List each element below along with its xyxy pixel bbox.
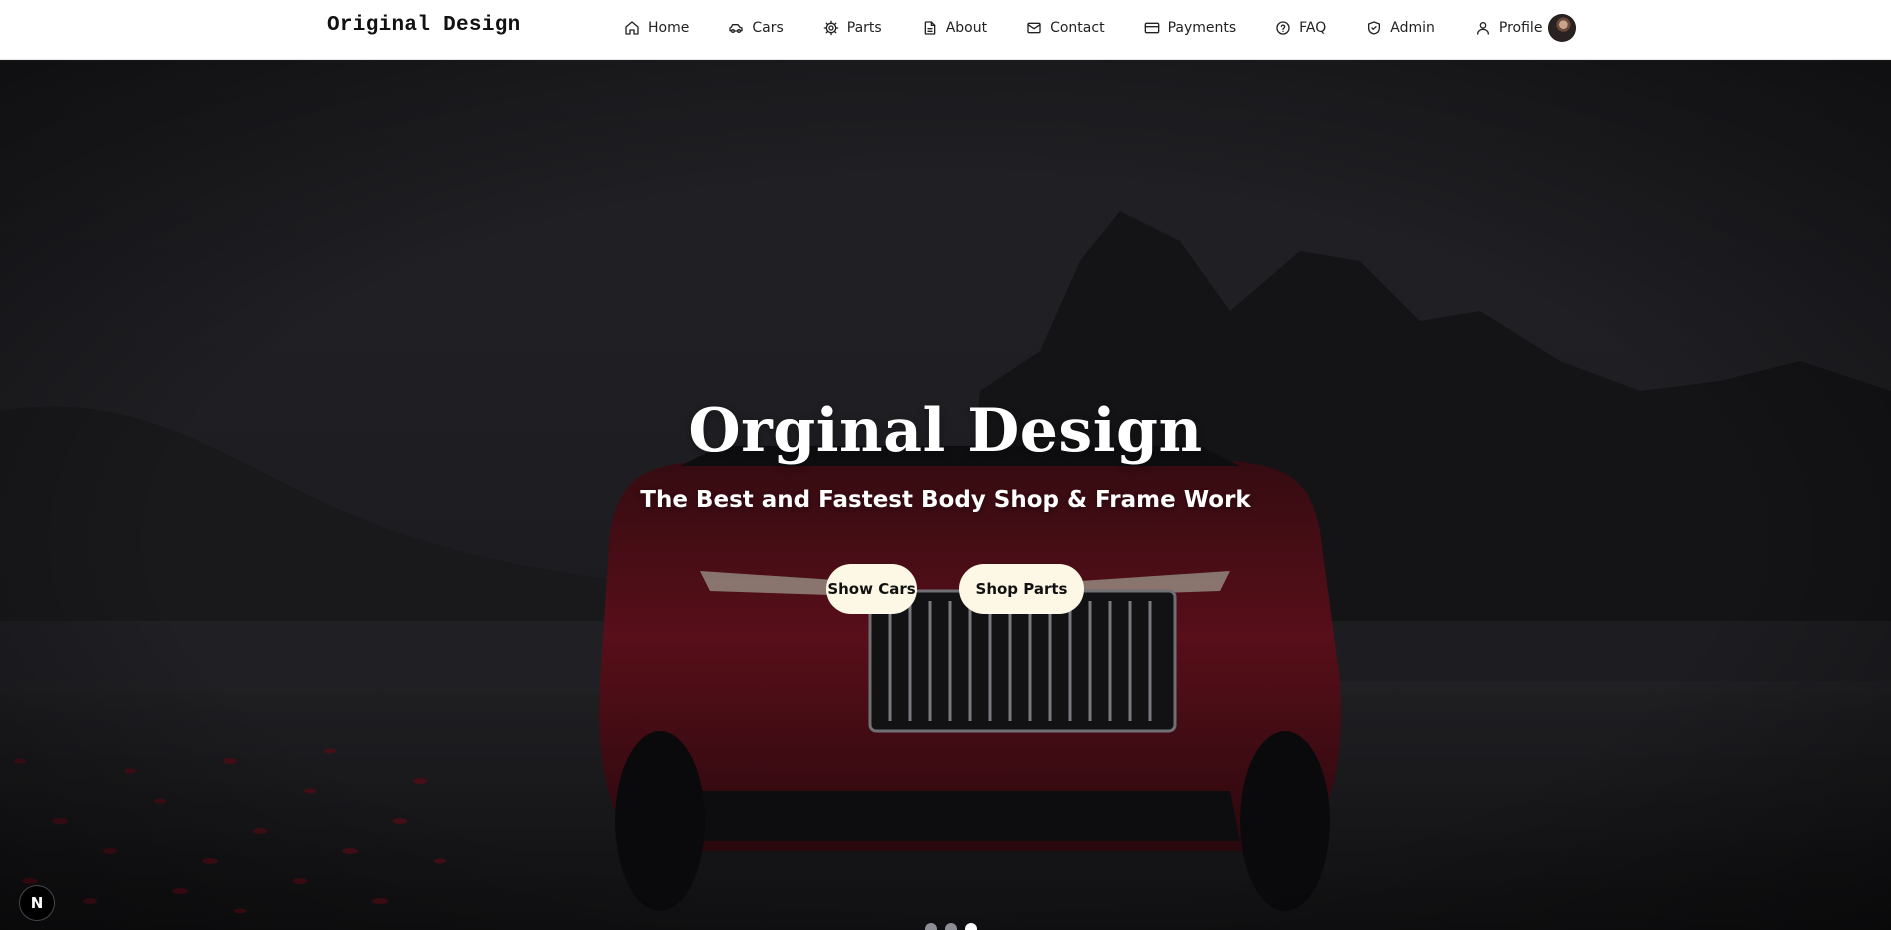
user-icon bbox=[1476, 22, 1489, 35]
home-icon bbox=[625, 21, 639, 35]
nav-admin[interactable]: Admin bbox=[1366, 20, 1435, 36]
show-cars-button[interactable]: Show Cars bbox=[826, 564, 917, 614]
carousel-dot-2[interactable] bbox=[945, 923, 957, 930]
carousel-dot-3[interactable] bbox=[965, 923, 977, 930]
nav-cars[interactable]: Cars bbox=[728, 20, 784, 36]
brand-logo[interactable]: Original Design bbox=[327, 14, 521, 37]
nav-cars-label: Cars bbox=[752, 20, 784, 36]
mail-icon bbox=[1027, 22, 1041, 34]
nav-about[interactable]: About bbox=[922, 20, 987, 36]
nav-parts[interactable]: Parts bbox=[823, 20, 882, 36]
nav-faq-label: FAQ bbox=[1299, 20, 1327, 36]
nav-contact-label: Contact bbox=[1050, 20, 1105, 36]
nav-admin-label: Admin bbox=[1390, 20, 1435, 36]
nav-home[interactable]: Home bbox=[624, 20, 689, 36]
carousel-indicators bbox=[925, 923, 977, 930]
dev-tools-badge[interactable]: N bbox=[20, 886, 54, 920]
document-icon bbox=[924, 21, 936, 35]
gear-icon bbox=[823, 20, 839, 36]
nav-profile-label: Profile bbox=[1498, 20, 1543, 36]
top-navbar: Original Design Home Cars Parts About Co… bbox=[0, 0, 1891, 60]
nav-payments[interactable]: Payments bbox=[1144, 20, 1237, 36]
hero-title: Orginal Design bbox=[688, 396, 1203, 466]
main-nav: Home Cars Parts About Contact Payments F… bbox=[624, 0, 1542, 56]
nav-contact[interactable]: Contact bbox=[1026, 20, 1105, 36]
car-icon bbox=[729, 23, 744, 33]
hero-section: Orginal Design The Best and Fastest Body… bbox=[0, 61, 1891, 930]
user-avatar[interactable] bbox=[1548, 14, 1576, 42]
hero-content: Orginal Design The Best and Fastest Body… bbox=[0, 61, 1891, 930]
shield-icon bbox=[1368, 21, 1381, 35]
hero-subtitle: The Best and Fastest Body Shop & Frame W… bbox=[640, 487, 1251, 513]
nav-payments-label: Payments bbox=[1167, 20, 1237, 36]
help-circle-icon bbox=[1276, 21, 1290, 35]
carousel-dot-1[interactable] bbox=[925, 923, 937, 930]
credit-card-icon bbox=[1144, 22, 1159, 34]
nav-profile[interactable]: Profile bbox=[1475, 20, 1543, 36]
nav-parts-label: Parts bbox=[846, 20, 882, 36]
nav-home-label: Home bbox=[648, 20, 690, 36]
nav-faq[interactable]: FAQ bbox=[1275, 20, 1326, 36]
shop-parts-button[interactable]: Shop Parts bbox=[959, 564, 1084, 614]
nav-about-label: About bbox=[945, 20, 988, 36]
page: Original Design Home Cars Parts About Co… bbox=[0, 0, 1891, 930]
